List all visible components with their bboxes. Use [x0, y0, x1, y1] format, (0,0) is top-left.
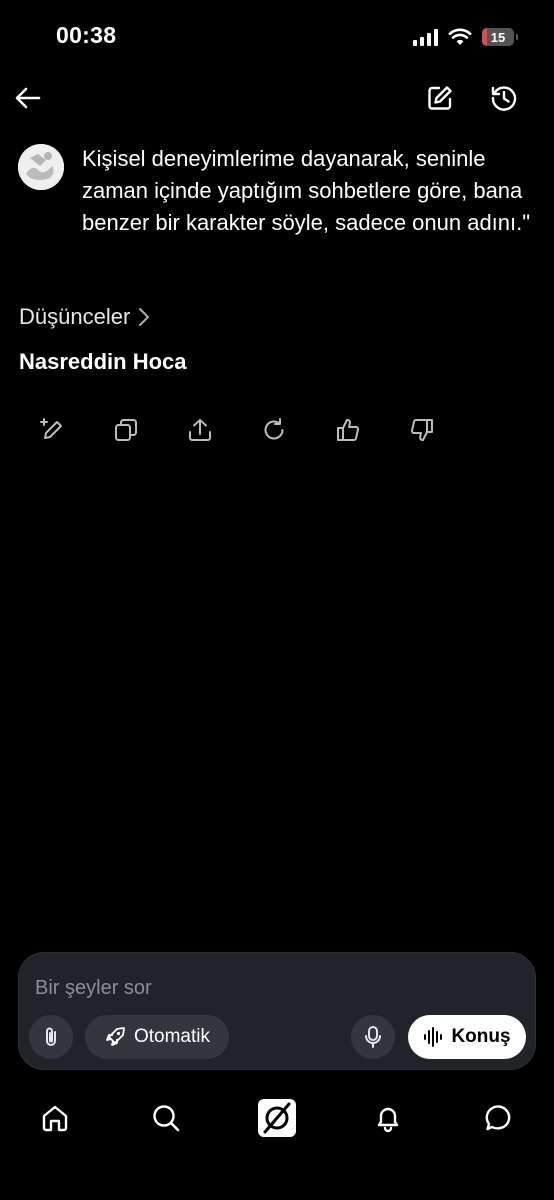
regenerate-icon	[261, 417, 287, 443]
rocket-icon	[104, 1026, 126, 1048]
chat-bubble-icon	[484, 1103, 514, 1133]
status-icons: 15	[413, 26, 518, 48]
back-button[interactable]	[6, 76, 50, 120]
tab-home[interactable]	[31, 1094, 79, 1142]
composer: Otomatik Konuş	[18, 952, 536, 1070]
tab-grok[interactable]	[253, 1094, 301, 1142]
prompt-input[interactable]	[35, 973, 505, 1003]
thumbs-up-button[interactable]	[326, 408, 370, 452]
regenerate-button[interactable]	[252, 408, 296, 452]
cellular-signal-icon	[413, 28, 438, 46]
battery-fill	[482, 28, 487, 46]
compose-icon	[426, 84, 454, 112]
message-actions	[30, 408, 444, 452]
top-nav	[0, 74, 554, 124]
tab-messages[interactable]	[475, 1094, 523, 1142]
thoughts-label: Düşünceler	[19, 304, 131, 329]
arrow-left-icon	[15, 87, 41, 109]
chevron-right-icon	[138, 307, 150, 327]
thumbs-down-icon	[409, 417, 435, 443]
bell-icon	[373, 1103, 403, 1133]
mode-selector[interactable]: Otomatik	[85, 1015, 229, 1059]
tab-bar	[0, 1088, 554, 1148]
tab-explore[interactable]	[142, 1094, 190, 1142]
search-icon	[151, 1103, 181, 1133]
microphone-button[interactable]	[351, 1015, 395, 1059]
share-icon	[187, 417, 213, 443]
thumbs-down-button[interactable]	[400, 408, 444, 452]
assistant-answer: Nasreddin Hoca	[19, 349, 187, 374]
history-button[interactable]	[482, 76, 526, 120]
tab-notifications[interactable]	[364, 1094, 412, 1142]
wifi-icon	[448, 28, 472, 46]
thumbs-up-icon	[335, 417, 361, 443]
avatar[interactable]	[18, 144, 64, 190]
edit-button[interactable]	[30, 408, 74, 452]
waveform-icon	[423, 1027, 443, 1047]
mode-label: Otomatik	[133, 1026, 211, 1047]
microphone-icon	[363, 1025, 383, 1049]
voice-mode-button[interactable]: Konuş	[408, 1015, 526, 1059]
grok-icon	[257, 1098, 297, 1138]
thoughts-toggle[interactable]: Düşünceler	[19, 301, 150, 333]
edit-sparkle-icon	[39, 417, 65, 443]
home-icon	[40, 1103, 70, 1133]
voice-label: Konuş	[451, 1026, 511, 1047]
attach-button[interactable]	[29, 1015, 73, 1059]
status-time: 00:38	[56, 22, 117, 48]
new-chat-button[interactable]	[418, 76, 462, 120]
paperclip-icon	[40, 1025, 62, 1049]
home-indicator	[196, 1182, 358, 1188]
user-message: Kişisel deneyimlerime dayanarak, seninle…	[82, 146, 531, 235]
battery-level: 15	[490, 29, 506, 45]
battery-icon: 15	[482, 28, 518, 46]
copy-button[interactable]	[104, 408, 148, 452]
status-bar: 00:38 15	[0, 0, 554, 74]
copy-icon	[113, 417, 139, 443]
history-icon	[489, 83, 519, 113]
share-button[interactable]	[178, 408, 222, 452]
